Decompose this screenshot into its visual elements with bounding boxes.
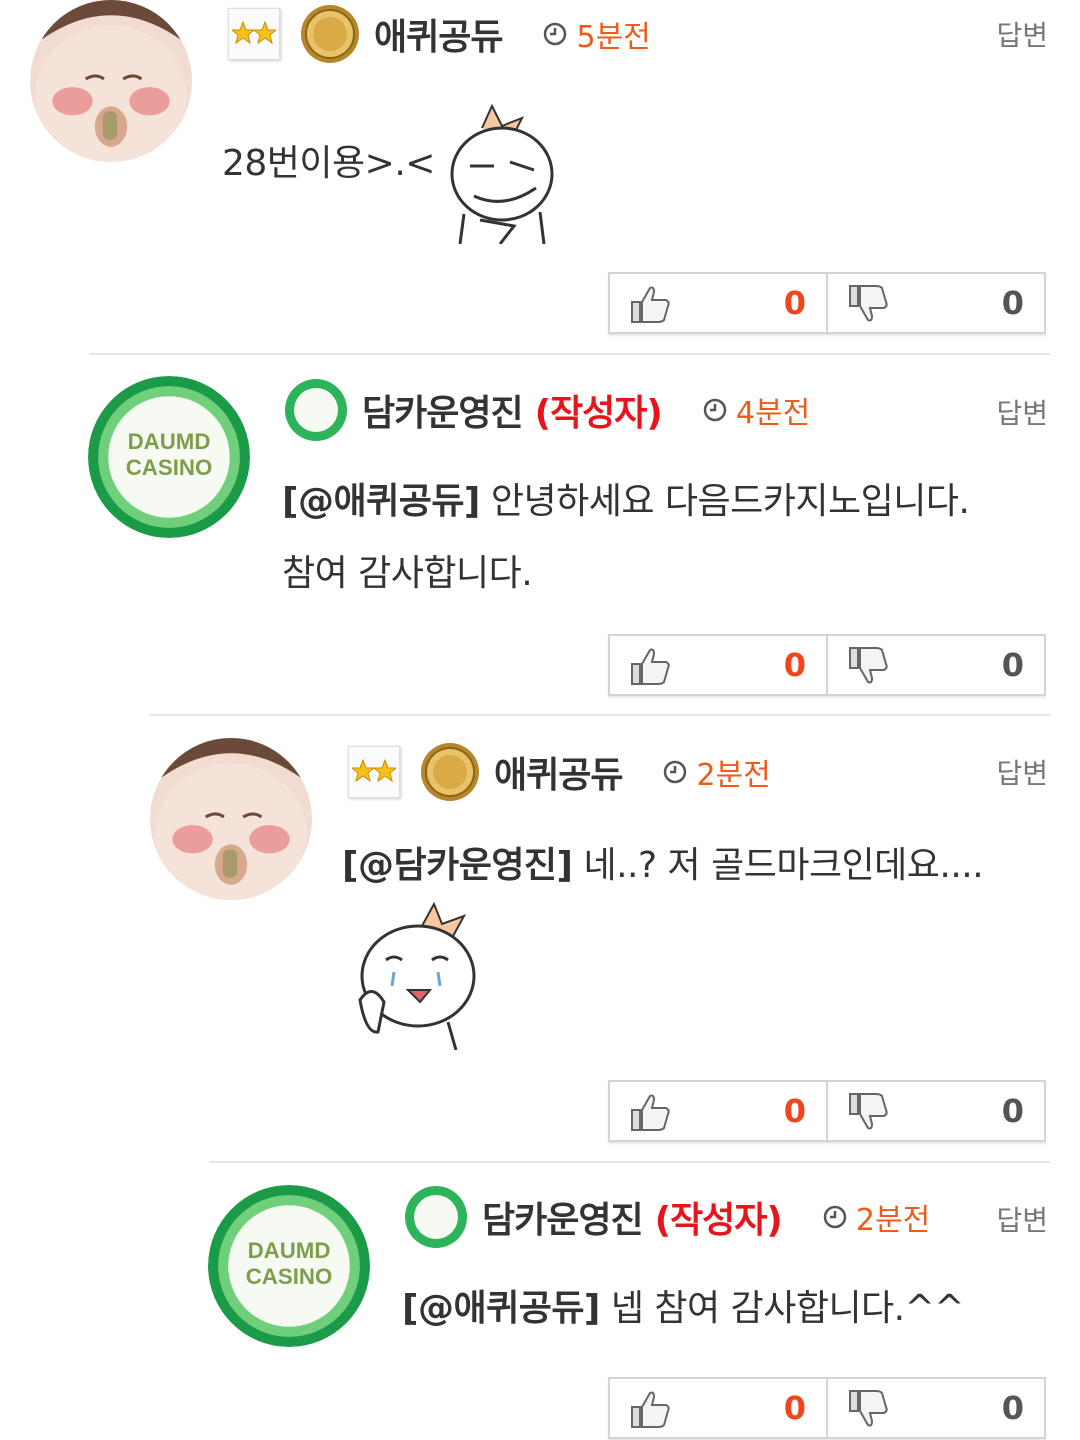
reply-button[interactable]: 답변: [996, 752, 1048, 792]
thumbs-down-icon: [849, 647, 888, 684]
dislike-count: 0: [1001, 1092, 1024, 1130]
like-button[interactable]: 0: [610, 274, 826, 332]
comment-4: DAUMD CASINO 담카운영진 (작성자) 2분전 답변 [@애퀴공듀] …: [0, 1163, 1080, 1440]
timestamp: 2분전: [662, 750, 771, 794]
comment-2: DAUMD CASINO 담카운영진 (작성자) 4분전 답변 [@애퀴공듀] …: [0, 356, 1080, 716]
comment-divider: [90, 353, 1050, 355]
comment-header: 담카운영진 (작성자) 2분전: [404, 1186, 930, 1248]
like-count: 0: [783, 1389, 806, 1427]
comment-body: 28번이용>.<: [222, 143, 435, 184]
comment-1: 애퀴공듀 5분전 답변 28번이용>.< 0 0: [0, 0, 1080, 340]
dislike-count: 0: [1001, 646, 1024, 684]
comment-text: [@애퀴공듀] 안녕하세요 다음드카지노입니다. 참여 감사합니다.: [282, 466, 1042, 610]
like-button[interactable]: 0: [610, 1379, 826, 1437]
thumbs-up-icon: [631, 286, 670, 323]
thumbs-up-icon: [631, 648, 670, 685]
reply-button[interactable]: 답변: [996, 392, 1048, 432]
comment-body-line2: 참여 감사합니다.: [282, 553, 533, 594]
username[interactable]: 애퀴공듀: [494, 746, 623, 798]
comment-3: 애퀴공듀 2분전 답변 [@담카운영진] 네..? 저 골드마크인데요.... …: [0, 716, 1080, 1162]
vote-box: 0 0: [608, 634, 1046, 696]
thumbs-up-icon: [631, 1391, 670, 1428]
thumbs-down-icon: [849, 285, 888, 322]
avatar-text: DAUMD: [248, 1238, 331, 1263]
dislike-count: 0: [1001, 284, 1024, 322]
dislike-button[interactable]: 0: [826, 636, 1044, 694]
like-count: 0: [783, 646, 806, 684]
like-count: 0: [783, 1092, 806, 1130]
mention-link[interactable]: [@담카운영진]: [342, 845, 573, 886]
thumbs-down-icon: [849, 1093, 888, 1130]
comment-body: 안녕하세요 다음드카지노입니다.: [479, 481, 970, 522]
comment-text: [@담카운영진] 네..? 저 골드마크인데요....: [342, 830, 1042, 902]
reply-button[interactable]: 답변: [996, 14, 1048, 54]
dislike-button[interactable]: 0: [826, 274, 1044, 332]
vote-box: 0 0: [608, 272, 1046, 334]
user-avatar[interactable]: [30, 0, 192, 162]
timestamp-text: 2분전: [696, 758, 771, 793]
timestamp-text: 4분전: [735, 396, 811, 431]
comment-body: 네..? 저 골드마크인데요....: [572, 845, 984, 886]
thumbs-up-icon: [631, 1094, 670, 1131]
comment-header: 담카운영진 (작성자) 4분전: [284, 379, 810, 441]
like-button[interactable]: 0: [610, 1082, 826, 1140]
avatar-text: DAUMD: [128, 429, 211, 454]
comment-header: 애퀴공듀 5분전: [228, 4, 651, 64]
clock-icon: [823, 1205, 847, 1229]
comment-text: 28번이용>.<: [222, 128, 435, 200]
like-button[interactable]: 0: [610, 636, 826, 694]
star-badge-icon: [348, 746, 400, 798]
timestamp-text: 2분전: [855, 1203, 931, 1238]
username[interactable]: 담카운영진: [482, 1191, 644, 1243]
username[interactable]: 담카운영진: [362, 384, 524, 436]
timestamp: 4분전: [702, 388, 810, 432]
gold-mark-icon: [301, 5, 359, 63]
comment-body: 넵 참여 감사합니다.^^: [599, 1288, 965, 1329]
avatar-text: CASINO: [126, 455, 213, 480]
smirk-emoticon-icon: [450, 103, 554, 244]
username[interactable]: 애퀴공듀: [374, 8, 503, 60]
vote-box: 0 0: [608, 1377, 1046, 1439]
star-badge-icon: [228, 8, 280, 60]
mention-link[interactable]: [@애퀴공듀]: [282, 481, 480, 522]
clock-icon: [544, 22, 567, 46]
sweating-emoticon-icon: [358, 902, 476, 1050]
dislike-button[interactable]: 0: [826, 1082, 1044, 1140]
dislike-button[interactable]: 0: [826, 1379, 1044, 1437]
casino-avatar[interactable]: DAUMD CASINO: [208, 1185, 370, 1347]
casino-badge-icon: [405, 1186, 467, 1248]
timestamp: 5분전: [542, 12, 651, 56]
like-count: 0: [783, 284, 806, 322]
author-tag: (작성자): [534, 393, 663, 434]
gold-mark-icon: [421, 743, 479, 801]
mention-link[interactable]: [@애퀴공듀]: [402, 1288, 600, 1329]
author-tag: (작성자): [654, 1200, 783, 1241]
dislike-count: 0: [1001, 1389, 1024, 1427]
thumbs-down-icon: [849, 1390, 888, 1427]
comment-header: 애퀴공듀 2분전: [348, 742, 771, 802]
vote-box: 0 0: [608, 1080, 1046, 1142]
avatar-text: CASINO: [246, 1264, 333, 1289]
timestamp: 2분전: [822, 1195, 930, 1239]
casino-badge-icon: [285, 379, 347, 441]
timestamp-text: 5분전: [576, 20, 651, 55]
clock-icon: [703, 398, 727, 422]
casino-avatar[interactable]: DAUMD CASINO: [88, 376, 250, 538]
clock-icon: [664, 760, 687, 784]
user-avatar[interactable]: [150, 738, 312, 900]
reply-button[interactable]: 답변: [996, 1199, 1048, 1239]
comment-text: [@애퀴공듀] 넵 참여 감사합니다.^^: [402, 1273, 1042, 1345]
